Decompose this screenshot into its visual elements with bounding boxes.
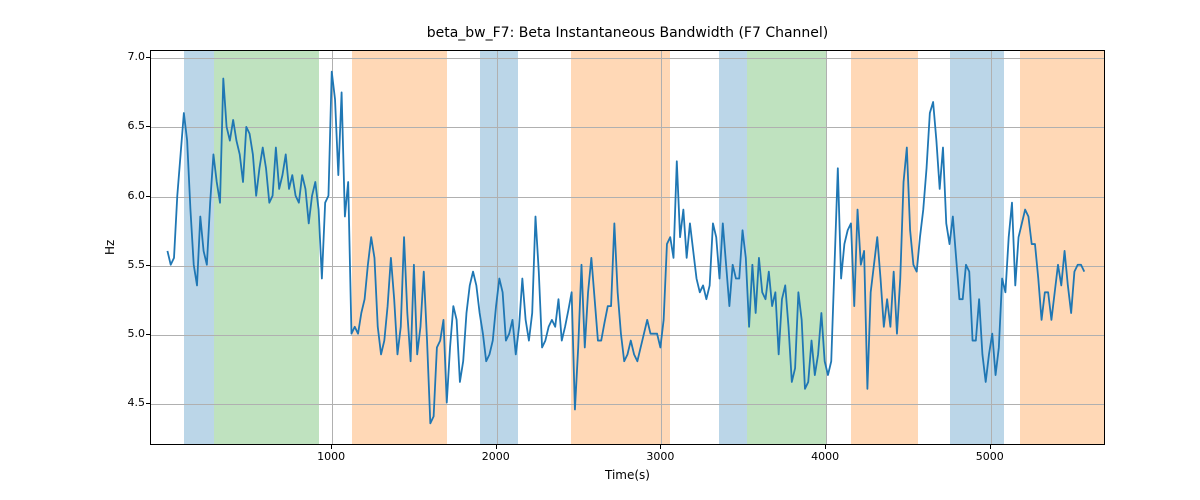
figure: beta_bw_F7: Beta Instantaneous Bandwidth… [0,0,1200,500]
y-tick-label: 7.0 [110,50,145,63]
chart-title: beta_bw_F7: Beta Instantaneous Bandwidth… [150,25,1105,41]
y-tick-label: 4.5 [110,396,145,409]
x-tick-mark [331,445,332,449]
x-tick-mark [990,445,991,449]
y-tick-mark [146,126,150,127]
x-tick-label: 4000 [795,450,855,463]
x-tick-label: 1000 [301,450,361,463]
series-line-beta-bw-F7 [167,72,1084,424]
plot-area [150,50,1105,445]
y-tick-mark [146,334,150,335]
x-tick-mark [660,445,661,449]
x-tick-mark [496,445,497,449]
y-tick-label: 5.0 [110,327,145,340]
y-tick-label: 5.5 [110,258,145,271]
x-tick-label: 5000 [960,450,1020,463]
y-tick-mark [146,403,150,404]
y-tick-mark [146,196,150,197]
x-axis-label: Time(s) [150,468,1105,482]
y-tick-label: 6.0 [110,189,145,202]
x-tick-mark [825,445,826,449]
y-tick-mark [146,57,150,58]
x-tick-label: 3000 [630,450,690,463]
y-tick-label: 6.5 [110,119,145,132]
y-axis-label: Hz [100,50,120,445]
line-plot-svg [151,51,1104,444]
x-tick-label: 2000 [466,450,526,463]
y-tick-mark [146,265,150,266]
